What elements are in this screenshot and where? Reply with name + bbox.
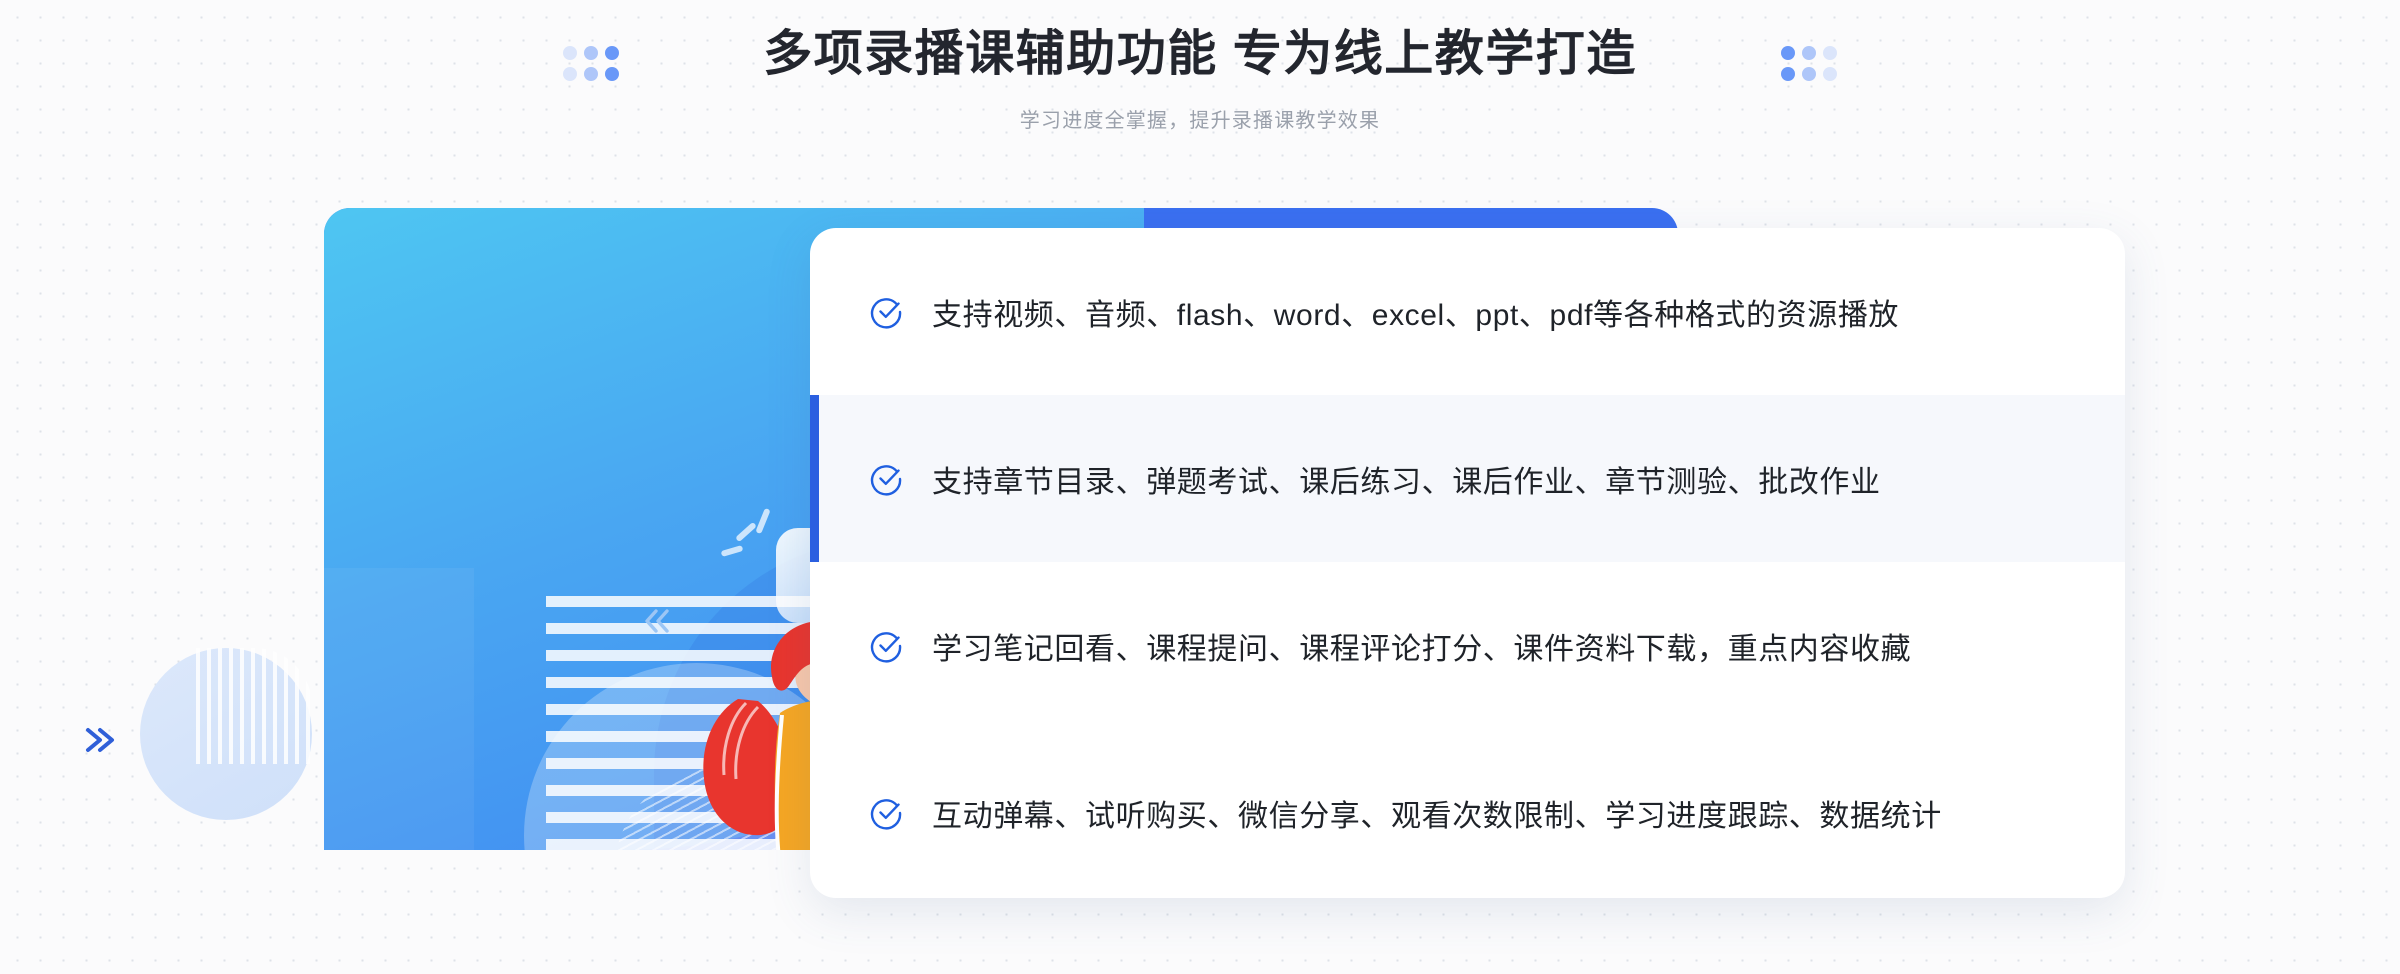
feature-text: 学习笔记回看、课程提问、课程评论打分、课件资料下载，重点内容收藏 (932, 632, 1912, 666)
feature-row[interactable]: 支持章节目录、弹题考试、课后练习、课后作业、章节测验、批改作业 (810, 395, 2125, 562)
title-row: 多项录播课辅助功能 专为线上教学打造 (563, 27, 1837, 82)
check-circle-icon (870, 631, 902, 662)
check-circle-icon (870, 297, 902, 328)
decorative-dot-grid-left (563, 46, 620, 81)
decorative-circle-stripes-left (196, 648, 312, 764)
feature-row[interactable]: 互动弹幕、试听购买、微信分享、观看次数限制、学习进度跟踪、数据统计 (810, 729, 2125, 896)
page-header: 多项录播课辅助功能 专为线上教学打造 学习进度全掌握，提升录播课教学效果 (0, 0, 2400, 170)
feature-text: 互动弹幕、试听购买、微信分享、观看次数限制、学习进度跟踪、数据统计 (932, 799, 1942, 833)
feature-card: 支持视频、音频、flash、word、excel、ppt、pdf等各种格式的资源… (810, 228, 2125, 898)
feature-row[interactable]: 学习笔记回看、课程提问、课程评论打分、课件资料下载，重点内容收藏 (810, 562, 2125, 729)
check-circle-icon (870, 798, 902, 829)
chevron-double-right-icon (86, 728, 114, 752)
feature-row[interactable]: 支持视频、音频、flash、word、excel、ppt、pdf等各种格式的资源… (810, 228, 2125, 395)
check-circle-icon (870, 464, 902, 495)
feature-text: 支持视频、音频、flash、word、excel、ppt、pdf等各种格式的资源… (932, 298, 1900, 332)
page-title: 多项录播课辅助功能 专为线上教学打造 (763, 27, 1637, 81)
panel-rect-a (324, 568, 474, 850)
page-subtitle: 学习进度全掌握，提升录播课教学效果 (1019, 109, 1381, 132)
decorative-dot-grid-right (1780, 46, 1837, 81)
row-highlight-tab (810, 395, 819, 562)
feature-text: 支持章节目录、弹题考试、课后练习、课后作业、章节测验、批改作业 (932, 465, 1881, 499)
